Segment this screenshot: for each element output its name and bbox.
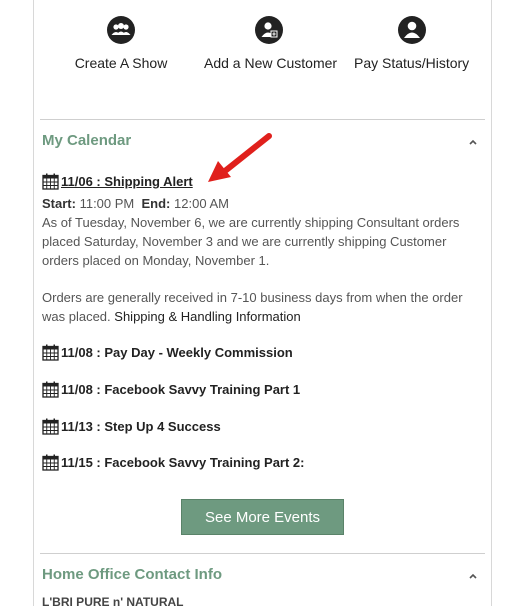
calendar-event[interactable]: 11/13 : Step Up 4 Success	[42, 418, 221, 435]
calendar-icon	[42, 454, 59, 471]
calendar-icon	[42, 173, 59, 190]
calendar-event[interactable]: 11/08 : Pay Day - Weekly Commission	[42, 344, 293, 361]
create-show-label: Create A Show	[74, 55, 168, 71]
event-title: 11/08 : Pay Day - Weekly Commission	[61, 345, 293, 360]
calendar-section-title: My Calendar	[42, 132, 132, 149]
event-title: 11/15 : Facebook Savvy Training Part 2:	[61, 455, 305, 470]
user-icon	[397, 16, 426, 44]
group-icon	[107, 16, 135, 44]
see-more-events-button[interactable]: See More Events	[181, 499, 344, 535]
chevron-up-icon[interactable]	[469, 139, 477, 145]
calendar-icon	[42, 344, 59, 361]
dashboard-panel: Create A Show Add a New Customer Pay Sta…	[33, 0, 492, 606]
start-label: Start:	[42, 196, 76, 211]
chevron-up-icon[interactable]	[469, 573, 477, 579]
add-customer-link[interactable]: Add a New Customer	[204, 16, 338, 71]
event-title: 11/06 : Shipping Alert	[61, 174, 193, 189]
section-divider	[40, 553, 485, 554]
company-name: L'BRI PURE n' NATURAL	[42, 595, 184, 606]
calendar-icon	[42, 418, 59, 435]
calendar-event[interactable]: 11/08 : Facebook Savvy Training Part 1	[42, 381, 300, 398]
pay-status-label: Pay Status/History	[354, 55, 470, 71]
pay-status-link[interactable]: Pay Status/History	[354, 16, 469, 71]
calendar-icon	[42, 381, 59, 398]
calendar-event[interactable]: 11/15 : Facebook Savvy Training Part 2:	[42, 454, 305, 471]
add-customer-icon	[255, 16, 283, 44]
annotation-arrow-icon	[208, 133, 272, 182]
section-divider	[40, 119, 485, 120]
end-value: 12:00 AM	[174, 196, 229, 211]
shipping-info-link[interactable]: Shipping & Handling Information	[114, 309, 300, 324]
event-title: 11/13 : Step Up 4 Success	[61, 419, 221, 434]
event-description-2: Orders are generally received in 7-10 bu…	[42, 288, 482, 326]
quick-links: Create A Show Add a New Customer Pay Sta…	[34, 0, 491, 110]
end-label: End:	[141, 196, 171, 211]
event-description: As of Tuesday, November 6, we are curren…	[42, 215, 460, 268]
start-value: 11:00 PM	[79, 196, 135, 211]
add-customer-label: Add a New Customer	[204, 55, 338, 71]
event-time: Start: 11:00 PM End: 12:00 AM	[42, 196, 229, 211]
calendar-event[interactable]: 11/06 : Shipping Alert	[42, 173, 193, 190]
home-office-section-title: Home Office Contact Info	[42, 566, 223, 583]
event-title: 11/08 : Facebook Savvy Training Part 1	[61, 382, 301, 397]
create-show-link[interactable]: Create A Show	[74, 16, 168, 71]
